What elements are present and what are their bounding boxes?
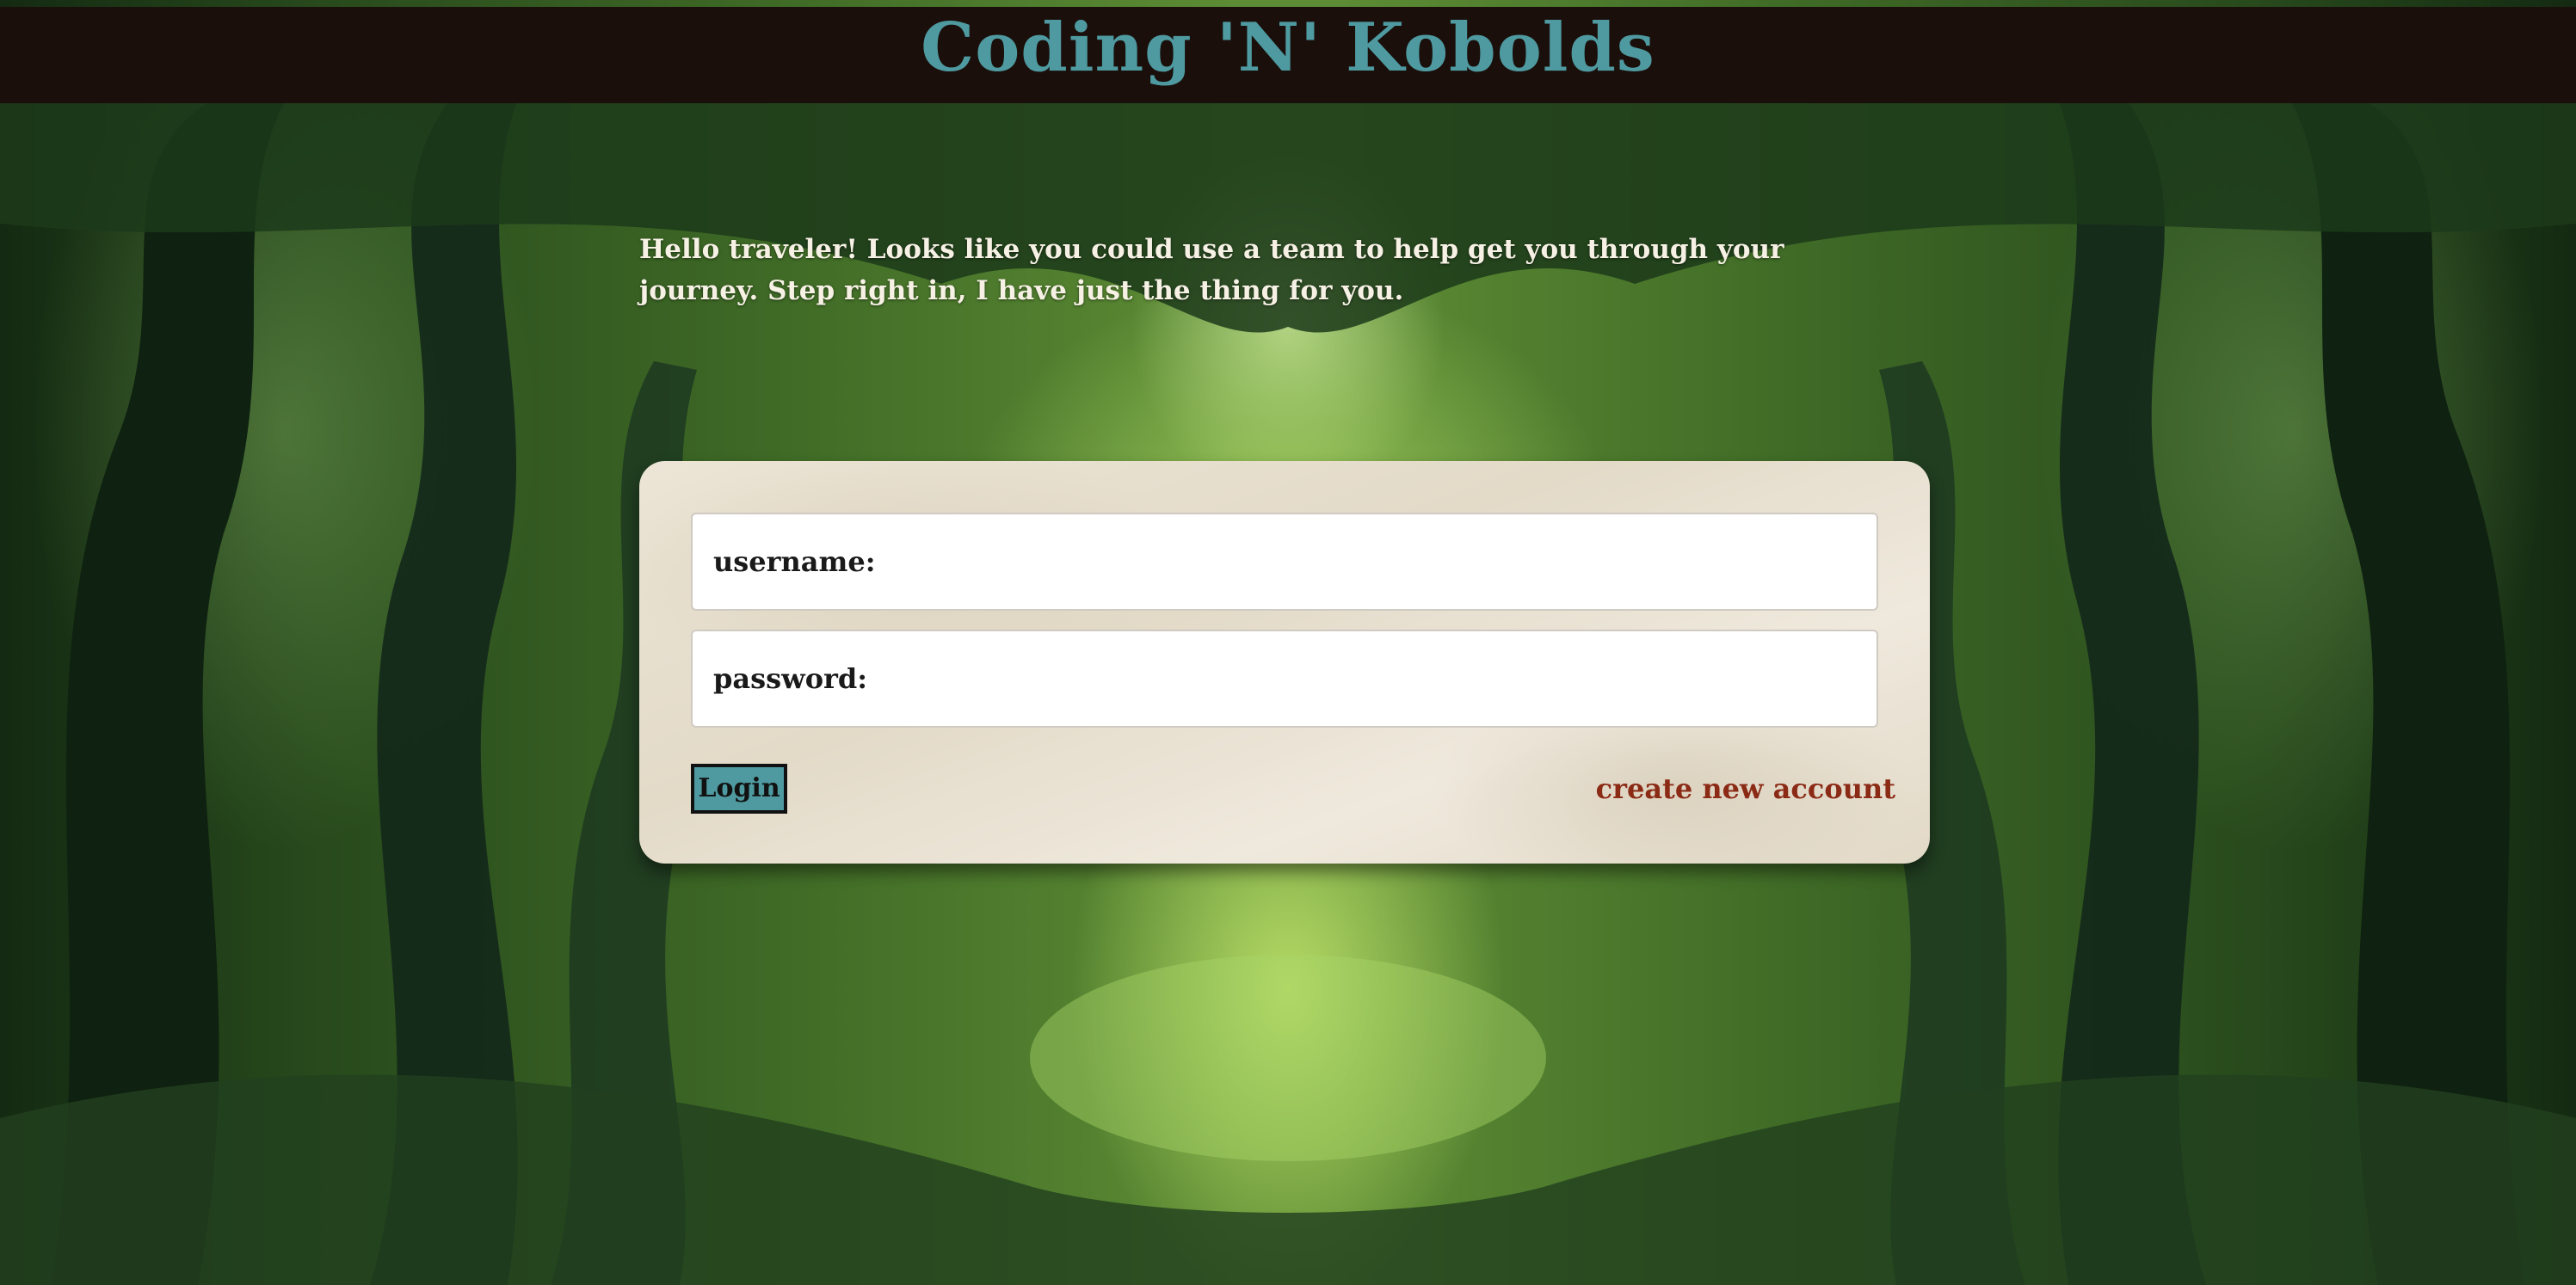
header-bar: Coding 'N' Kobolds bbox=[0, 7, 2576, 103]
login-card: username: password: Login create new acc… bbox=[639, 461, 1930, 864]
login-button[interactable]: Login bbox=[691, 764, 787, 814]
page: Coding 'N' Kobolds Hello traveler! Looks… bbox=[0, 0, 2576, 1285]
intro-text: Hello traveler! Looks like you could use… bbox=[639, 234, 1784, 306]
password-label: password: bbox=[713, 662, 868, 695]
username-field[interactable]: username: bbox=[691, 513, 1878, 611]
create-account-link[interactable]: create new account bbox=[1596, 764, 1895, 814]
site-title: Coding 'N' Kobolds bbox=[921, 9, 1655, 87]
password-field[interactable]: password: bbox=[691, 630, 1878, 728]
username-label: username: bbox=[713, 545, 876, 578]
